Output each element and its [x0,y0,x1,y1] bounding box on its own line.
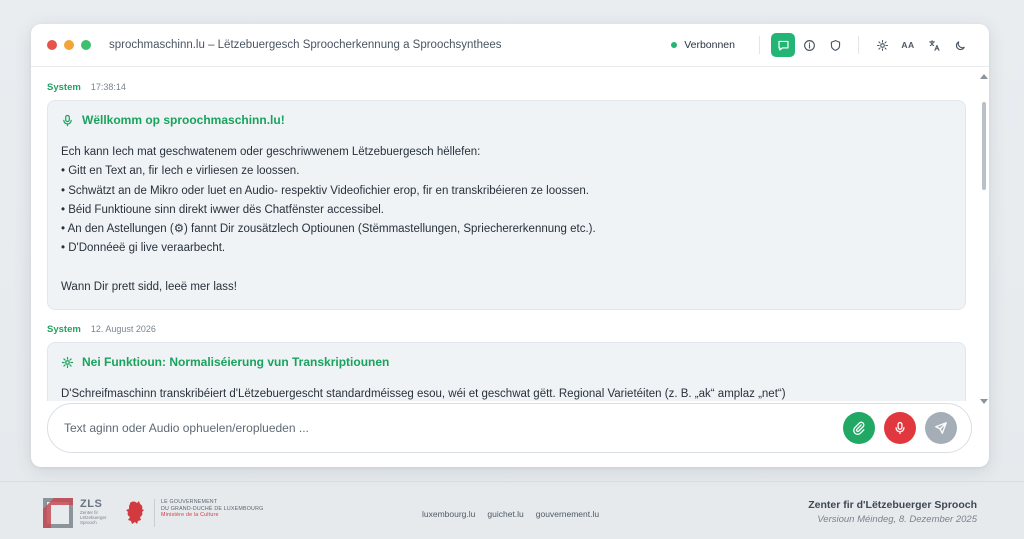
window-controls [47,40,91,50]
chat-history[interactable]: System 17:38:14 Wëllkomm op sproochmasch… [31,68,989,401]
close-window-button[interactable] [47,40,57,50]
text-size-button[interactable]: AA [896,33,920,57]
record-audio-button[interactable] [884,412,916,444]
gear-icon [876,39,888,51]
toolbar-divider [759,36,760,54]
status-label: Verbonnen [684,39,735,51]
scrollbar-thumb[interactable] [982,102,986,190]
chat-bubble-icon [777,40,789,51]
send-icon [935,422,947,434]
chat-scrollbar[interactable] [980,74,988,404]
message-title: Nei Funktioun: Normaliséierung vun Trans… [82,355,390,370]
chat-view-button[interactable] [771,33,795,57]
minimize-window-button[interactable] [64,40,74,50]
message-sender: System [47,82,81,93]
settings-toolbar: AA [869,33,973,57]
maximize-window-button[interactable] [81,40,91,50]
welcome-message: Wëllkomm op sproochmaschinn.lu! Ech kann… [47,100,966,311]
status-dot-icon [671,42,678,48]
info-icon [803,39,815,51]
message-line: • Béid Funktioune sinn direkt iwwer dës … [61,203,384,216]
link-luxembourg[interactable]: luxembourg.lu [422,509,475,519]
message-heading: Nei Funktioun: Normaliséierung vun Trans… [61,355,951,369]
logo-divider [154,499,155,527]
message-line: • Gitt en Text an, fir Iech e virliesen … [61,165,300,178]
attach-file-button[interactable] [843,412,875,444]
send-button[interactable] [925,412,957,444]
organization-name: Zenter fir d'Lëtzebuerger Sprooch [808,499,977,511]
settings-button[interactable] [870,33,894,57]
view-toolbar [770,33,848,57]
message-meta: System 17:38:14 [47,82,973,93]
message-time: 12. August 2026 [90,324,156,335]
microphone-icon [895,421,905,435]
gear-icon [61,356,74,369]
page-footer: ZLS Zenter fir Lëtzebuerger Sprooch LE G… [0,481,1024,539]
zls-abbreviation: ZLS [80,498,103,510]
scroll-down-arrow[interactable] [980,399,988,404]
message-input[interactable] [64,421,834,435]
government-logo[interactable]: LE GOUVERNEMENT DU GRAND-DUCHÉ DE LUXEMB… [124,499,263,531]
info-button[interactable] [797,33,821,57]
footer-links: luxembourg.lu guichet.lu gouvernement.lu [422,509,599,519]
moon-icon [955,40,965,50]
message-line: • D'Donnéeë gi live veraarbecht. [61,242,226,255]
message-line: • Schwätzt an de Mikro oder luet en Audi… [61,184,589,197]
version-label: Versioun Méindeg, 8. Dezember 2025 [817,514,977,525]
message-composer [47,403,972,453]
scroll-up-arrow[interactable] [980,74,988,79]
government-line: DU GRAND-DUCHÉ DE LUXEMBOURG [161,505,264,512]
ministry-line: Ministère de la Culture [161,512,219,519]
link-guichet[interactable]: guichet.lu [487,509,523,519]
message-title: Wëllkomm op sproochmaschinn.lu! [82,113,285,127]
translate-icon [928,39,939,51]
message-line: • An den Astellungen (⚙) fannt Dir zousä… [61,223,596,236]
government-line: LE GOUVERNEMENT [161,499,218,505]
language-button[interactable] [922,33,946,57]
privacy-button[interactable] [823,33,847,57]
paperclip-icon [853,421,865,435]
shield-icon [830,39,840,51]
text-size-label: AA [901,40,915,50]
window-title: sprochmaschinn.lu – Lëtzebuergesch Sproo… [109,39,502,51]
zls-logo[interactable]: ZLS Zenter fir Lëtzebuerger Sprooch [42,497,132,531]
feature-announcement-message: Nei Funktioun: Normaliséierung vun Trans… [47,342,966,401]
connection-status: Verbonnen [671,39,735,51]
message-meta: System 12. August 2026 [47,324,973,335]
message-closing: Wann Dir prett sidd, leeë mer lass! [61,281,237,294]
footer-info: Zenter fir d'Lëtzebuerger Sprooch Versio… [808,499,977,525]
title-bar: sprochmaschinn.lu – Lëtzebuergesch Sproo… [31,24,989,67]
message-sender: System [47,324,81,336]
app-window: sprochmaschinn.lu – Lëtzebuergesch Sproo… [31,24,989,467]
message-heading: Wëllkomm op sproochmaschinn.lu! [61,113,951,127]
red-lion-icon [126,501,144,524]
dark-mode-button[interactable] [948,33,972,57]
link-gouvernement[interactable]: gouvernement.lu [536,509,599,519]
message-line: D'Schreifmaschinn transkribéiert d'Lëtze… [61,388,786,401]
zls-subtitle: Sprooch [80,520,97,525]
zls-logo-mark [43,498,73,528]
microphone-icon [63,114,72,126]
message-time: 17:38:14 [90,82,126,92]
message-line: Ech kann Iech mat geschwatenem oder gesc… [61,146,481,158]
toolbar-divider [858,36,859,54]
